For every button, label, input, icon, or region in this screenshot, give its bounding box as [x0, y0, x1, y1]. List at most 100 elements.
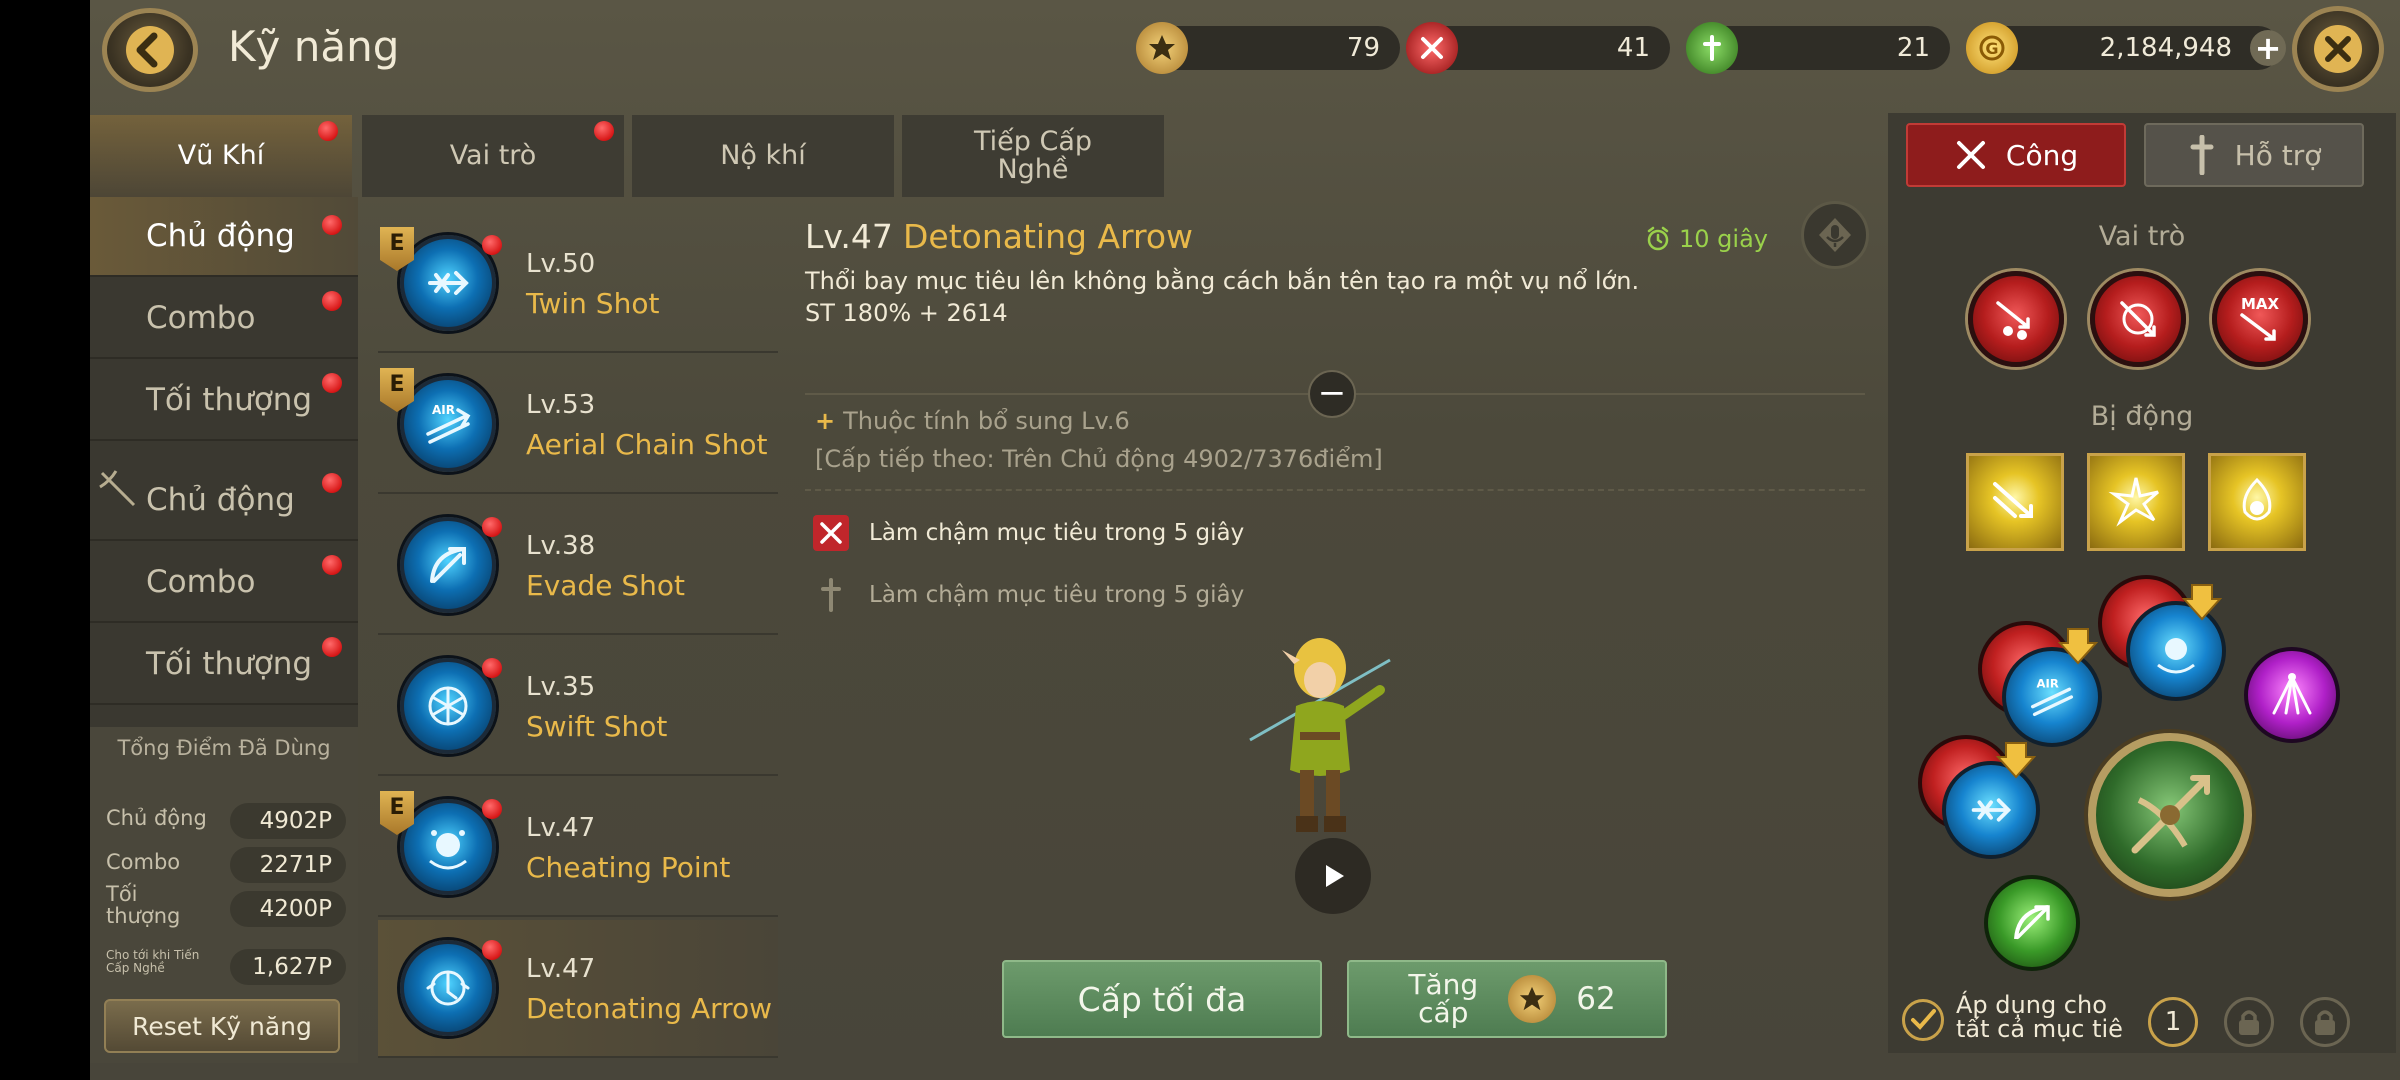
detonating-arrow-icon — [400, 940, 496, 1036]
category-combo-1[interactable]: Combo — [90, 279, 358, 359]
skill-stat: ST 180% + 2614 — [805, 299, 1008, 327]
currency-star: 79 — [1136, 22, 1400, 74]
cross-icon — [2190, 135, 2214, 175]
arrow-impact-icon — [2108, 477, 2159, 527]
apply-all-label: Áp dụng cho tất cả mục tiê — [1956, 991, 2123, 1043]
plus-icon: + — [815, 407, 836, 435]
tab-rage[interactable]: Nộ khí — [632, 115, 894, 197]
skill-level: Lv.50 — [526, 249, 596, 279]
effect-text: Làm chậm mục tiêu trong 5 giây — [869, 520, 1245, 546]
twin-shot-icon — [1971, 798, 2012, 822]
tree-skill-green[interactable] — [1984, 875, 2080, 971]
diamond-bookmark-icon — [1819, 218, 1851, 252]
max-arrow-icon: MAX — [2240, 295, 2280, 341]
tab-label: Tiếp Cấp Nghề — [973, 125, 1093, 185]
archer-character-icon — [1249, 638, 1391, 832]
passive-skill-3[interactable] — [2208, 453, 2306, 551]
notification-dot — [482, 799, 502, 819]
passive-section-title: Bị động — [2090, 401, 2194, 432]
category-ultimate-1[interactable]: Tối thượng — [90, 361, 358, 441]
role-skill-1[interactable] — [1968, 271, 2064, 367]
skill-row-detonating-arrow[interactable]: Lv.47 Detonating Arrow — [378, 920, 778, 1058]
passive-skill-2[interactable] — [2087, 453, 2185, 551]
main-skill-detonating-arrow[interactable] — [2088, 733, 2252, 897]
back-arrow-icon — [126, 26, 174, 74]
down-arrow-icon — [2058, 628, 2098, 665]
points-row: Tối thượng 4200P — [106, 883, 346, 927]
upgrade-button[interactable]: Tăng cấp 62 — [1347, 960, 1667, 1038]
flame-target-icon — [2242, 477, 2272, 521]
reset-skills-button[interactable]: Reset Kỹ năng — [104, 999, 340, 1053]
max-level-button[interactable]: Cấp tối đa — [1002, 960, 1322, 1038]
star-badge-icon — [1136, 22, 1188, 74]
tab-support[interactable]: Hỗ trợ — [2144, 123, 2364, 187]
skill-row-evade-shot[interactable]: Lv.38 Evade Shot — [378, 497, 778, 635]
skill-level: Lv.47 — [526, 813, 596, 843]
back-button[interactable] — [102, 8, 198, 92]
cheating-point-icon — [2157, 638, 2195, 674]
tab-label: Vũ Khí — [177, 139, 265, 171]
play-icon — [1326, 865, 1344, 887]
next-level-requirement: [Cấp tiếp theo: Trên Chủ động 4902/7376đ… — [815, 445, 1383, 473]
extra-attribute-text: Thuộc tính bổ sung Lv.6 — [843, 407, 1130, 435]
collapse-button[interactable]: − — [1308, 370, 1356, 418]
twin-shot-icon — [400, 235, 496, 331]
tab-job-advance[interactable]: Tiếp Cấp Nghề — [902, 115, 1164, 197]
points-value: 2271P — [230, 847, 346, 883]
skill-level: Lv.35 — [526, 672, 596, 702]
arrow-rain-icon — [2272, 673, 2312, 715]
points-row: Chủ động 4902P — [106, 803, 346, 839]
role-skill-3[interactable]: MAX — [2212, 271, 2308, 367]
cooldown-text: 10 giây — [1679, 225, 1768, 253]
category-label: Chủ động — [146, 482, 295, 518]
category-label: Tối thượng — [146, 646, 313, 682]
category-active-2[interactable]: Chủ động — [90, 461, 358, 541]
role-skill-2[interactable] — [2090, 271, 2186, 367]
character-preview — [1230, 620, 1410, 860]
skill-info-button[interactable] — [1801, 201, 1869, 269]
category-ultimate-2[interactable]: Tối thượng — [90, 625, 358, 705]
detail-level: Lv.47 — [805, 217, 893, 256]
svg-text:AIR: AIR — [432, 403, 455, 417]
skill-row-cheating-point[interactable]: E Lv.47 Cheating Point — [378, 779, 778, 917]
preset-slot-locked[interactable] — [2300, 997, 2350, 1047]
points-row: Cho tới khi Tiến Cấp Nghề 1,627P — [106, 949, 346, 985]
svg-text:MAX: MAX — [2241, 295, 2280, 313]
tab-attack[interactable]: Công — [1906, 123, 2126, 187]
skill-row-swift-shot[interactable]: Lv.35 Swift Shot — [378, 638, 778, 776]
gold-coin-icon: G — [1966, 22, 2018, 74]
points-label: Combo — [106, 850, 181, 874]
skill-row-aerial-chain-shot[interactable]: AIR E Lv.53 Aerial Chain Shot — [378, 356, 778, 494]
skill-row-twin-shot[interactable]: E Lv.50 Twin Shot — [378, 215, 778, 353]
skill-level: Lv.38 — [526, 531, 596, 561]
category-label: Combo — [146, 300, 256, 336]
category-list: Chủ động Combo Tối thượng Chủ động Combo… — [90, 197, 358, 727]
skill-level: Lv.47 — [526, 954, 596, 984]
lock-icon — [2239, 1010, 2259, 1035]
notification-dot — [322, 637, 342, 657]
page-title: Kỹ năng — [228, 22, 400, 71]
passive-skill-1[interactable] — [1966, 453, 2064, 551]
skill-name: Detonating Arrow — [526, 992, 773, 1025]
category-active-1[interactable]: Chủ động — [90, 197, 358, 277]
category-label: Tối thượng — [146, 382, 313, 418]
close-button[interactable] — [2292, 6, 2384, 92]
play-preview-button[interactable] — [1295, 838, 1371, 914]
apply-all-checkbox[interactable] — [1902, 999, 1944, 1041]
skill-name: Evade Shot — [526, 569, 685, 602]
tab-role[interactable]: Vai trò — [362, 115, 624, 197]
cheating-point-icon — [400, 799, 496, 895]
tree-skill-purple[interactable] — [2244, 647, 2340, 743]
category-combo-2[interactable]: Combo — [90, 543, 358, 623]
notification-dot — [482, 517, 502, 537]
preset-slot-1[interactable]: 1 — [2148, 997, 2198, 1047]
skill-description: Thổi bay mục tiêu lên không bằng cách bắ… — [805, 267, 1640, 295]
add-gold-button[interactable]: + — [2250, 29, 2286, 67]
lock-icon — [2315, 1010, 2335, 1035]
skill-name: Aerial Chain Shot — [526, 428, 768, 461]
aerial-chain-shot-icon: AIR — [400, 376, 496, 472]
preset-slot-locked[interactable] — [2224, 997, 2274, 1047]
currency-green: 21 — [1686, 22, 1950, 74]
tab-weapon[interactable]: Vũ Khí — [90, 115, 352, 197]
swift-shot-icon — [400, 658, 496, 754]
